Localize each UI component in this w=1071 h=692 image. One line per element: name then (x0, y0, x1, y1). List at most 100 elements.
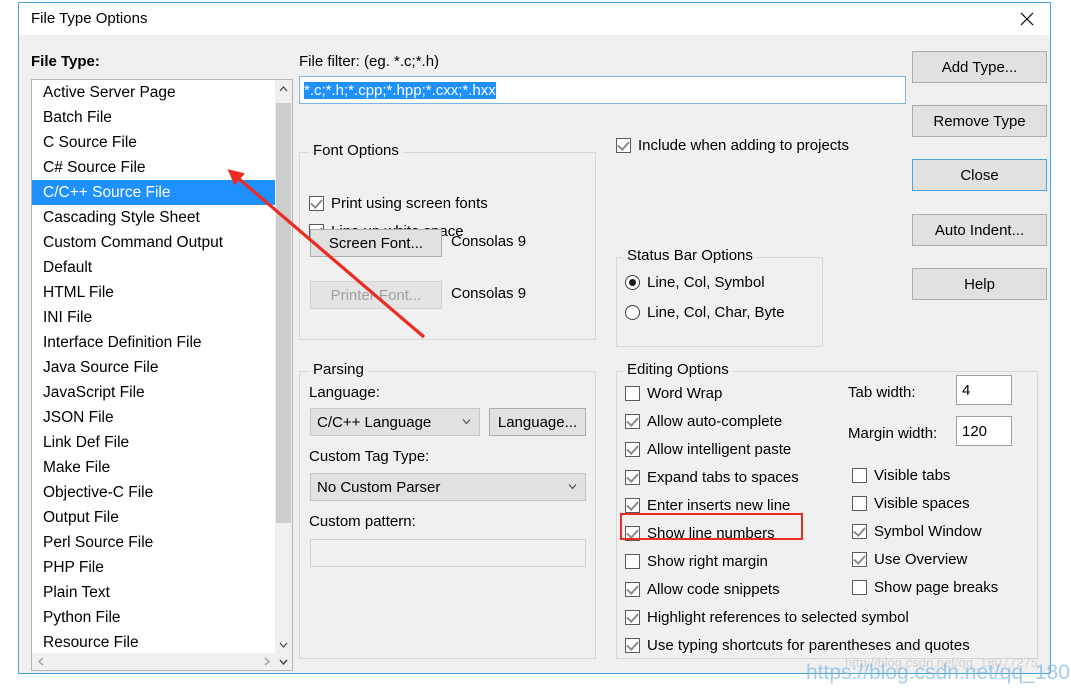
allow-intelligent-paste-checkbox[interactable]: Allow intelligent paste (625, 441, 791, 458)
checkbox-label: Allow code snippets (647, 581, 780, 598)
language-value: C/C++ Language (317, 413, 432, 431)
checkbox-label: Highlight references to selected symbol (647, 609, 909, 626)
file-filter-input[interactable]: *.c;*.h;*.cpp;*.hpp;*.cxx;*.hxx (299, 76, 906, 104)
checkbox-label: Enter inserts new line (647, 497, 791, 514)
checkbox-box (625, 470, 640, 485)
list-item[interactable]: INI File (32, 305, 275, 330)
window-title: File Type Options (31, 10, 148, 27)
file-filter-label: File filter: (eg. *.c;*.h) (299, 53, 440, 70)
screen-font-value: Consolas 9 (451, 233, 527, 250)
show-right-margin-checkbox[interactable]: Show right margin (625, 553, 768, 570)
close-icon[interactable] (1004, 3, 1050, 34)
list-item[interactable]: JSON File (32, 405, 275, 430)
checkbox-box (625, 442, 640, 457)
language-dropdown[interactable]: C/C++ Language (310, 408, 480, 436)
radio-line-col-symbol[interactable]: Line, Col, Symbol (625, 274, 765, 291)
radio-circle (625, 275, 640, 290)
scrollbar-thumb[interactable] (276, 103, 291, 523)
enter-inserts-new-line-checkbox[interactable]: Enter inserts new line (625, 497, 790, 514)
use-overview-checkbox[interactable]: Use Overview (852, 551, 967, 568)
list-item[interactable]: HTML File (32, 280, 275, 305)
checkbox-box (852, 552, 867, 567)
custom-tag-type-dropdown[interactable]: No Custom Parser (310, 473, 586, 501)
checkbox-label: Symbol Window (874, 523, 982, 540)
list-item[interactable]: PHP File (32, 555, 275, 580)
chevron-left-icon[interactable] (32, 653, 49, 670)
auto-indent-button[interactable]: Auto Indent... (912, 214, 1047, 246)
list-item[interactable]: Batch File (32, 105, 275, 130)
show-page-breaks-checkbox[interactable]: Show page breaks (852, 579, 998, 596)
listbox-horizontal-scrollbar[interactable] (32, 653, 275, 670)
visible-tabs-checkbox[interactable]: Visible tabs (852, 467, 950, 484)
language-button[interactable]: Language... (489, 408, 586, 436)
radio-label: Line, Col, Symbol (647, 274, 765, 291)
checkbox-box (625, 638, 640, 653)
checkbox-label: Show line numbers (647, 525, 775, 542)
custom-pattern-label: Custom pattern: (309, 513, 416, 530)
list-item[interactable]: Objective-C File (32, 480, 275, 505)
checkbox-box (625, 498, 640, 513)
add-type-button[interactable]: Add Type... (912, 51, 1047, 83)
list-item[interactable]: Cascading Style Sheet (32, 205, 275, 230)
show-line-numbers-checkbox[interactable]: Show line numbers (625, 525, 775, 542)
checkbox-label: Expand tabs to spaces (647, 469, 799, 486)
custom-pattern-input[interactable] (310, 539, 586, 567)
file-filter-value[interactable]: *.c;*.h;*.cpp;*.hpp;*.cxx;*.hxx (304, 81, 496, 99)
tab-width-input[interactable]: 4 (956, 375, 1012, 405)
radio-line-col-char-byte[interactable]: Line, Col, Char, Byte (625, 304, 785, 321)
expand-tabs-to-spaces-checkbox[interactable]: Expand tabs to spaces (625, 469, 799, 486)
radio-circle (625, 305, 640, 320)
screen-font-button[interactable]: Screen Font... (310, 229, 442, 257)
close-button[interactable]: Close (912, 159, 1047, 191)
chevron-down-icon[interactable] (275, 636, 292, 653)
print-using-screen-fonts-checkbox[interactable]: Print using screen fonts (309, 195, 488, 212)
list-item[interactable]: Default (32, 255, 275, 280)
checkbox-label: Use Overview (874, 551, 968, 568)
margin-width-input[interactable]: 120 (956, 416, 1012, 446)
allow-auto-complete-checkbox[interactable]: Allow auto-complete (625, 413, 782, 430)
list-item[interactable]: JavaScript File (32, 380, 275, 405)
margin-width-label: Margin width: (848, 425, 938, 442)
list-item-selected[interactable]: C/C++ Source File (32, 180, 275, 205)
chevron-down-icon (568, 482, 577, 493)
checkbox-box (616, 138, 631, 153)
use-typing-shortcuts-checkbox[interactable]: Use typing shortcuts for parentheses and… (625, 637, 970, 654)
chevron-right-icon[interactable] (258, 653, 275, 670)
list-item[interactable]: Make File (32, 455, 275, 480)
allow-code-snippets-checkbox[interactable]: Allow code snippets (625, 581, 780, 598)
chevron-up-icon[interactable] (275, 80, 292, 97)
help-button[interactable]: Help (912, 268, 1047, 300)
visible-spaces-checkbox[interactable]: Visible spaces (852, 495, 970, 512)
checkbox-label: Show page breaks (874, 579, 999, 596)
list-item[interactable]: Resource File (32, 630, 275, 653)
include-when-adding-checkbox[interactable]: Include when adding to projects (616, 137, 849, 154)
custom-tag-type-label: Custom Tag Type: (309, 448, 430, 465)
chevron-down-icon[interactable] (275, 653, 292, 670)
list-item[interactable]: Custom Command Output (32, 230, 275, 255)
checkbox-box (625, 554, 640, 569)
watermark: https://blog.csdn.net/qq_18077275 (806, 661, 1071, 684)
list-item[interactable]: Active Server Page (32, 80, 275, 105)
file-type-listbox[interactable]: Active Server Page Batch File C Source F… (31, 79, 293, 671)
word-wrap-checkbox[interactable]: Word Wrap (625, 385, 722, 402)
file-type-options-dialog: File Type Options File Type: Active Serv… (18, 2, 1051, 674)
symbol-window-checkbox[interactable]: Symbol Window (852, 523, 982, 540)
checkbox-label: Use typing shortcuts for parentheses and… (647, 637, 970, 654)
list-item[interactable]: Interface Definition File (32, 330, 275, 355)
margin-width-value: 120 (962, 422, 988, 440)
list-item[interactable]: Java Source File (32, 355, 275, 380)
highlight-references-checkbox[interactable]: Highlight references to selected symbol (625, 609, 909, 626)
checkbox-label: Include when adding to projects (638, 137, 849, 154)
list-item[interactable]: C# Source File (32, 155, 275, 180)
list-item[interactable]: Perl Source File (32, 530, 275, 555)
remove-type-button[interactable]: Remove Type (912, 105, 1047, 137)
list-item[interactable]: Output File (32, 505, 275, 530)
list-item[interactable]: Link Def File (32, 430, 275, 455)
radio-label: Line, Col, Char, Byte (647, 304, 785, 321)
list-item[interactable]: Plain Text (32, 580, 275, 605)
checkbox-box (852, 524, 867, 539)
listbox-vertical-scrollbar[interactable] (275, 80, 292, 653)
file-type-list-items[interactable]: Active Server Page Batch File C Source F… (32, 80, 275, 653)
list-item[interactable]: Python File (32, 605, 275, 630)
list-item[interactable]: C Source File (32, 130, 275, 155)
